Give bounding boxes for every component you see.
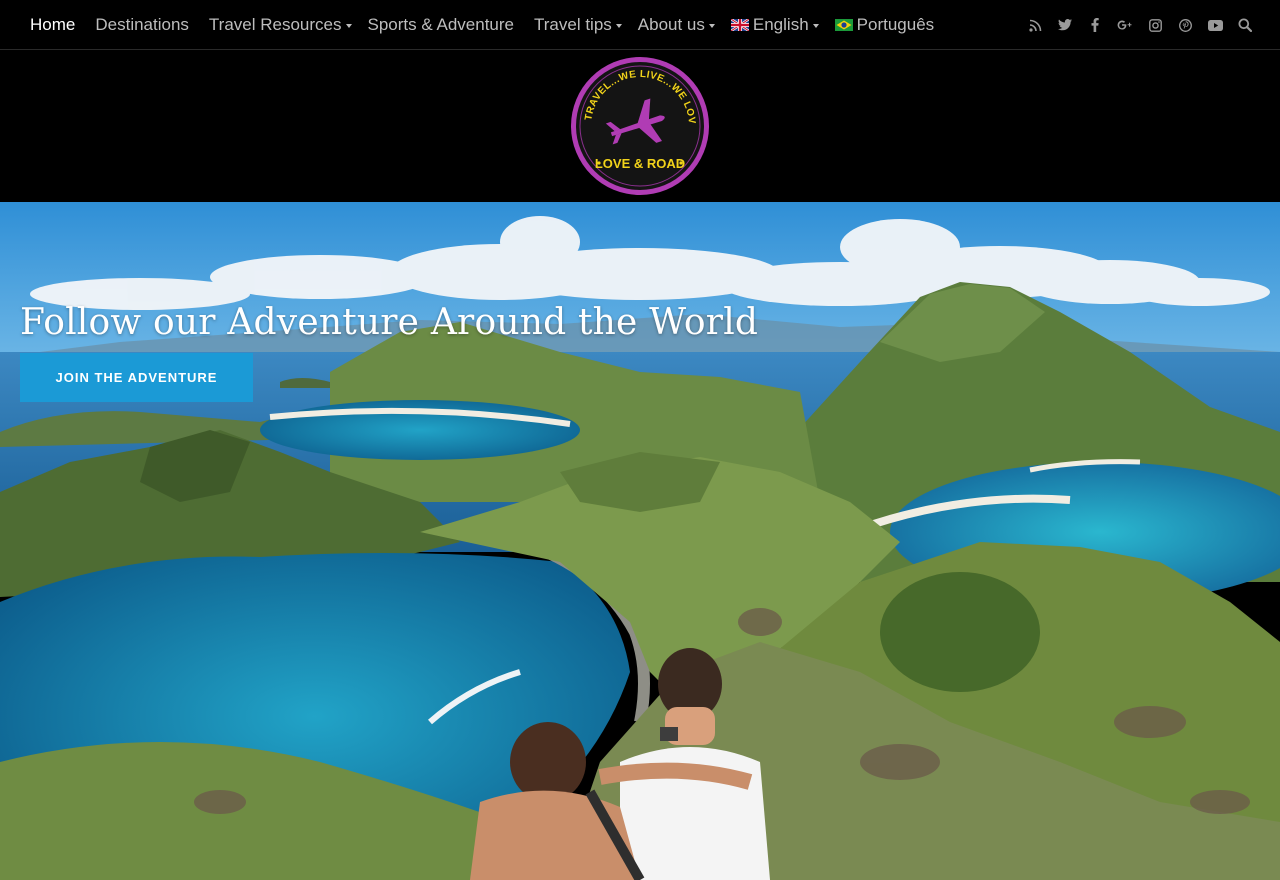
hero-title: Follow our Adventure Around the World (20, 302, 759, 343)
language-portuguese[interactable]: Português (834, 0, 935, 50)
search-icon[interactable] (1230, 0, 1260, 50)
caret-down-icon (615, 24, 622, 28)
nav-label: Destinations (95, 14, 189, 34)
main-menu: Home Destinations Travel Resources Sport… (0, 0, 954, 50)
language-english[interactable]: English (730, 0, 819, 50)
nav-label: Travel Resources (208, 14, 342, 34)
brazil-flag-icon (834, 18, 853, 31)
language-label: Português (856, 14, 935, 34)
top-navigation-bar: Home Destinations Travel Resources Sport… (0, 0, 1280, 50)
rss-icon[interactable] (1020, 0, 1050, 50)
join-adventure-button[interactable]: JOIN THE ADVENTURE (20, 353, 253, 402)
nav-item-sports-adventure[interactable]: Sports & Adventure (368, 0, 514, 50)
youtube-icon[interactable] (1200, 0, 1230, 50)
caret-down-icon (345, 24, 352, 28)
nav-item-home[interactable]: Home (30, 0, 75, 50)
facebook-icon[interactable] (1080, 0, 1110, 50)
nav-label: About us (637, 14, 705, 34)
language-label: English (752, 14, 809, 34)
nav-item-about-us[interactable]: About us (638, 0, 715, 50)
nav-item-destinations[interactable]: Destinations (95, 0, 189, 50)
logo-header: WE TRAVEL...WE LIVE...WE LOVE... LOVE & … (0, 51, 1280, 202)
pinterest-icon[interactable] (1170, 0, 1200, 50)
nav-label: Travel tips (534, 14, 612, 34)
twitter-icon[interactable] (1050, 0, 1080, 50)
hero-banner: Follow our Adventure Around the World JO… (0, 202, 1280, 880)
nav-label: Sports & Adventure (367, 14, 514, 34)
nav-label: Home (30, 14, 76, 34)
caret-down-icon (812, 24, 819, 28)
caret-down-icon (708, 24, 715, 28)
uk-flag-icon (730, 18, 749, 31)
nav-item-travel-resources[interactable]: Travel Resources (209, 0, 352, 50)
logo-name: LOVE & ROAD (595, 156, 685, 171)
nav-item-travel-tips[interactable]: Travel tips (534, 0, 622, 50)
google-plus-icon[interactable] (1110, 0, 1140, 50)
love-and-road-logo[interactable]: WE TRAVEL...WE LIVE...WE LOVE... LOVE & … (569, 55, 711, 197)
social-icons (1020, 0, 1260, 50)
instagram-icon[interactable] (1140, 0, 1170, 50)
